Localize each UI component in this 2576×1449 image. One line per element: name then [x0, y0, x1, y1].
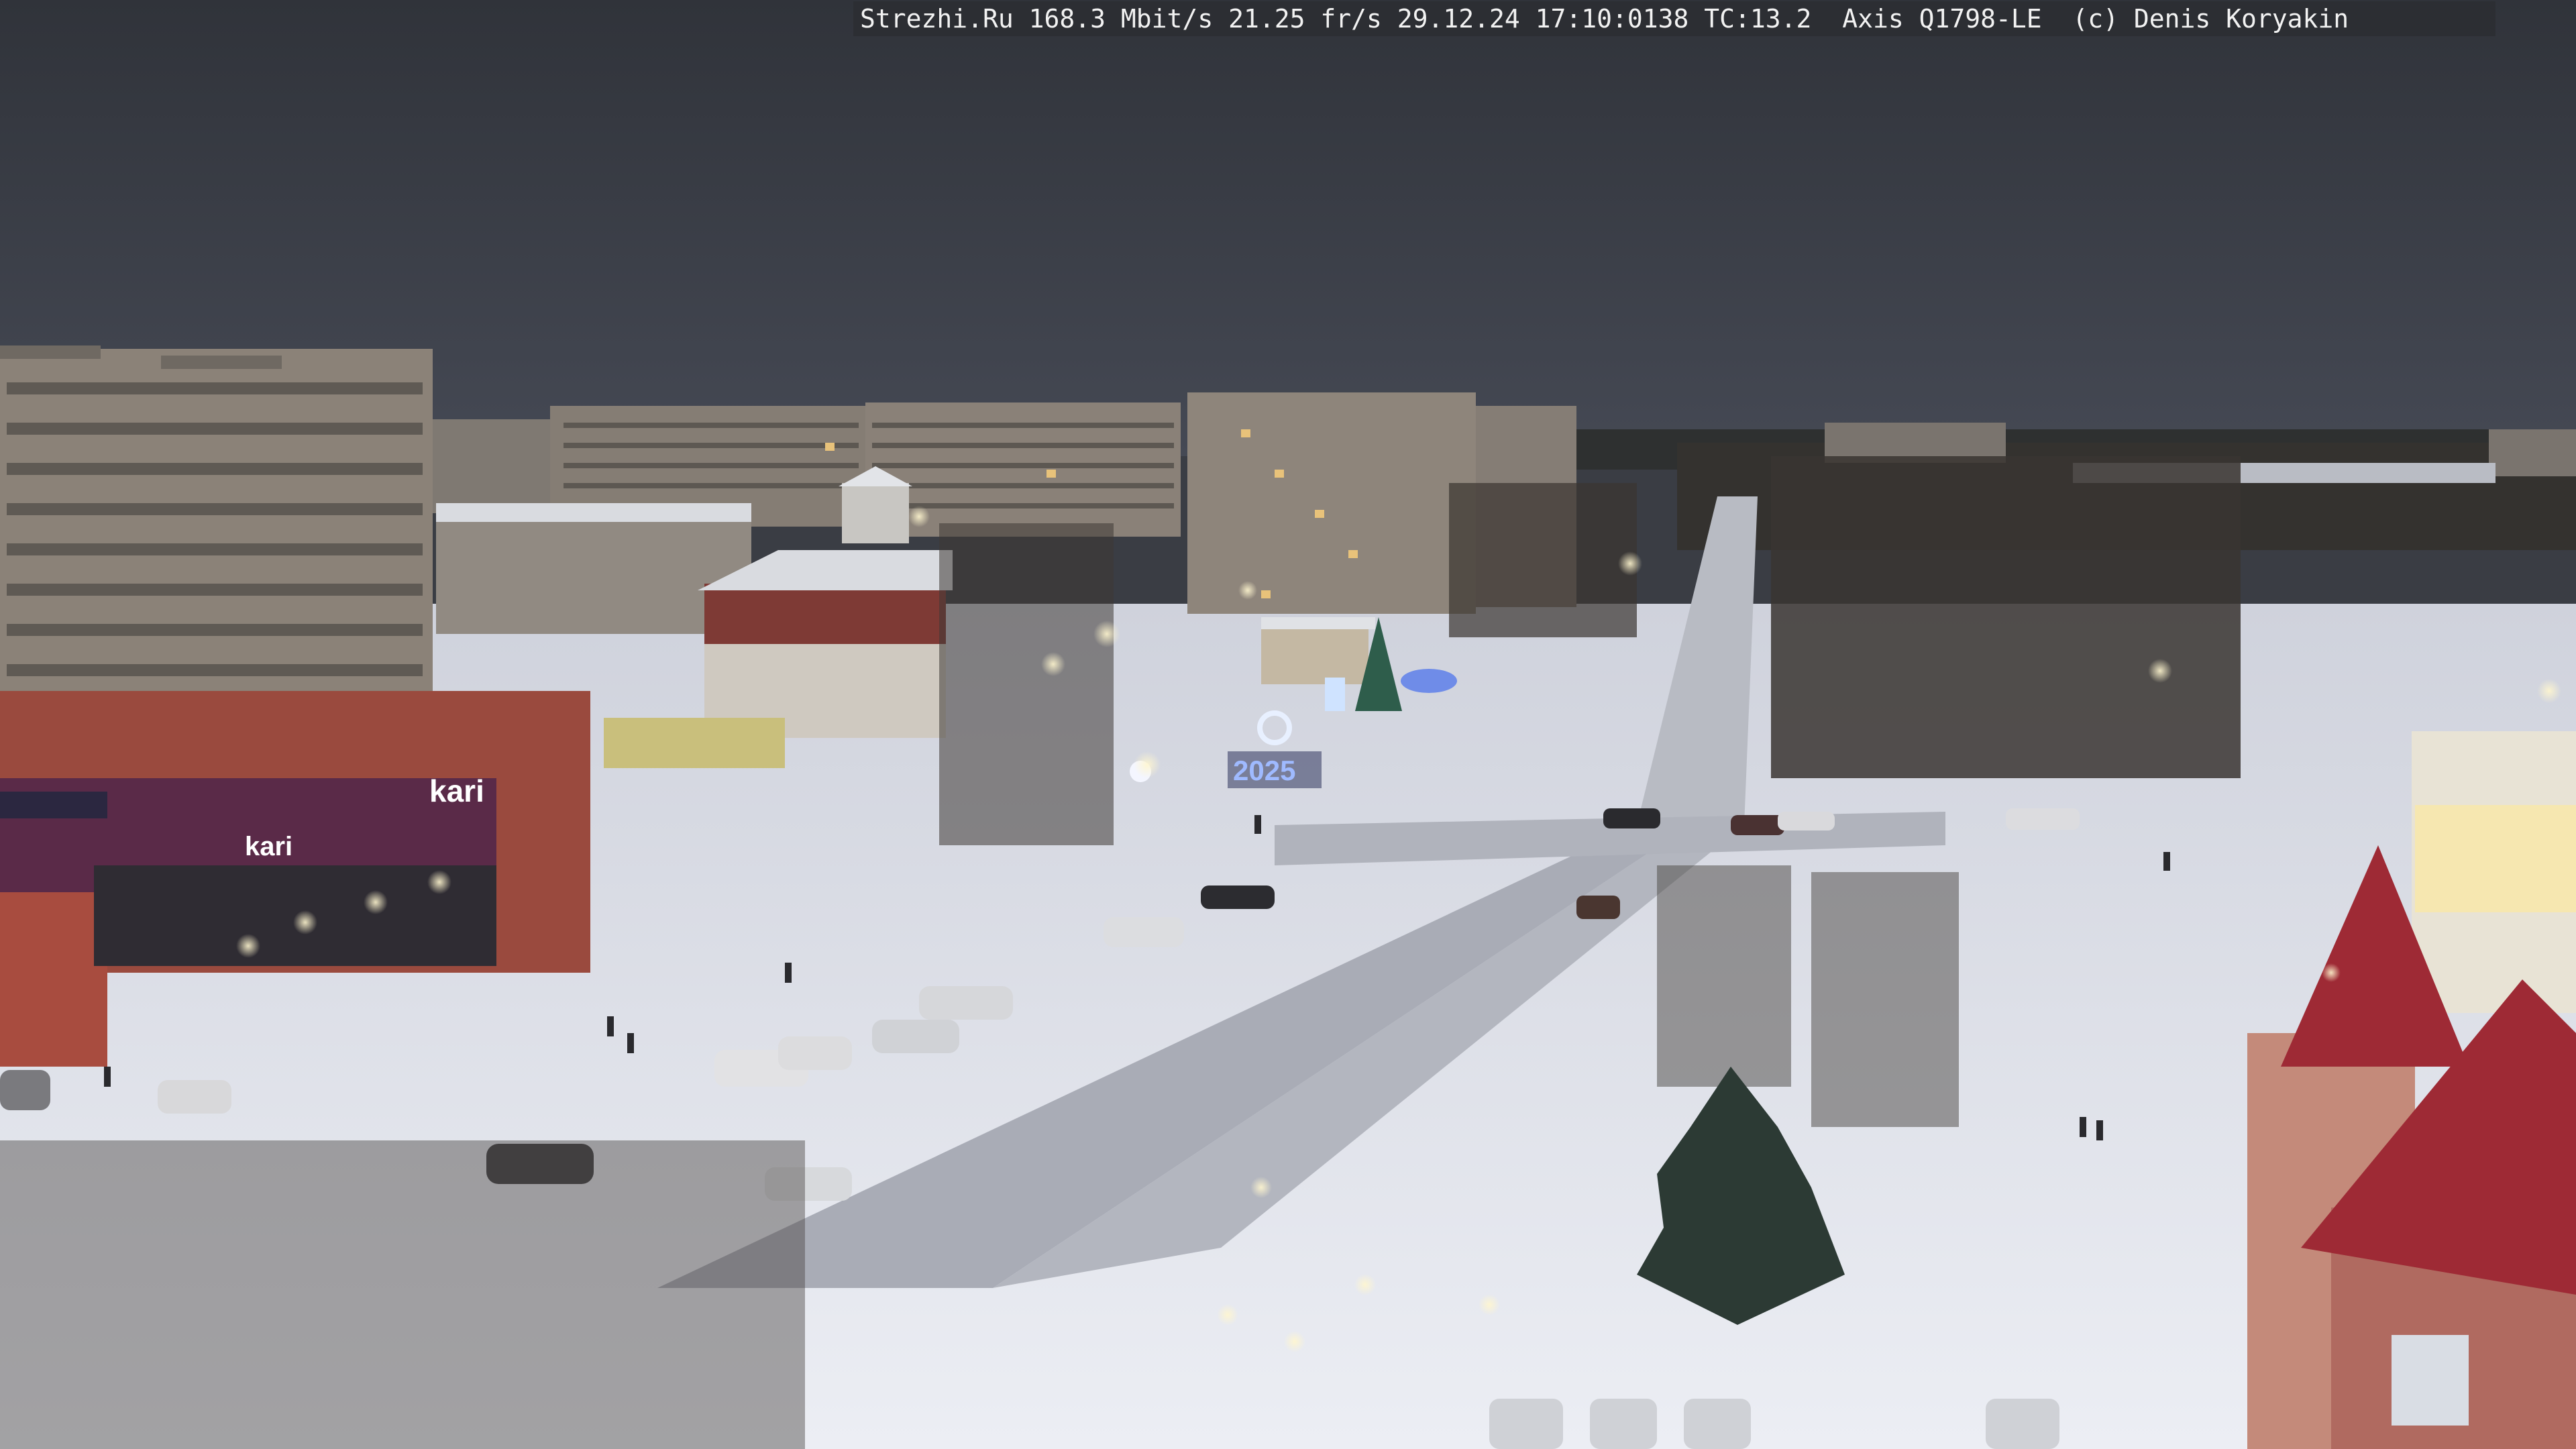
webcam-scene: kari kari 2025: [0, 0, 2576, 1449]
year-2025-sculpture: 2025: [1233, 755, 1295, 786]
car: [1986, 1399, 2059, 1449]
car: [1778, 812, 1835, 830]
car: [1684, 1399, 1751, 1449]
car: [0, 1070, 50, 1110]
kari-awning-sign: kari: [245, 832, 292, 861]
car: [1104, 917, 1184, 947]
camera-info-text: Strezhi.Ru 168.3 Mbit/s 21.25 fr/s 29.12…: [860, 4, 2349, 34]
car: [872, 1020, 959, 1053]
car: [158, 1080, 231, 1114]
car: [1201, 885, 1275, 909]
car: [1590, 1399, 1657, 1449]
car: [1603, 808, 1660, 828]
kari-sign: kari: [429, 773, 484, 808]
car: [1489, 1399, 1563, 1449]
car: [1731, 815, 1784, 835]
car: [778, 1036, 852, 1070]
car: [2006, 808, 2080, 830]
car: [1576, 896, 1620, 919]
camera-info-overlay: Strezhi.Ru 168.3 Mbit/s 21.25 fr/s 29.12…: [853, 1, 2496, 36]
car: [919, 986, 1013, 1020]
